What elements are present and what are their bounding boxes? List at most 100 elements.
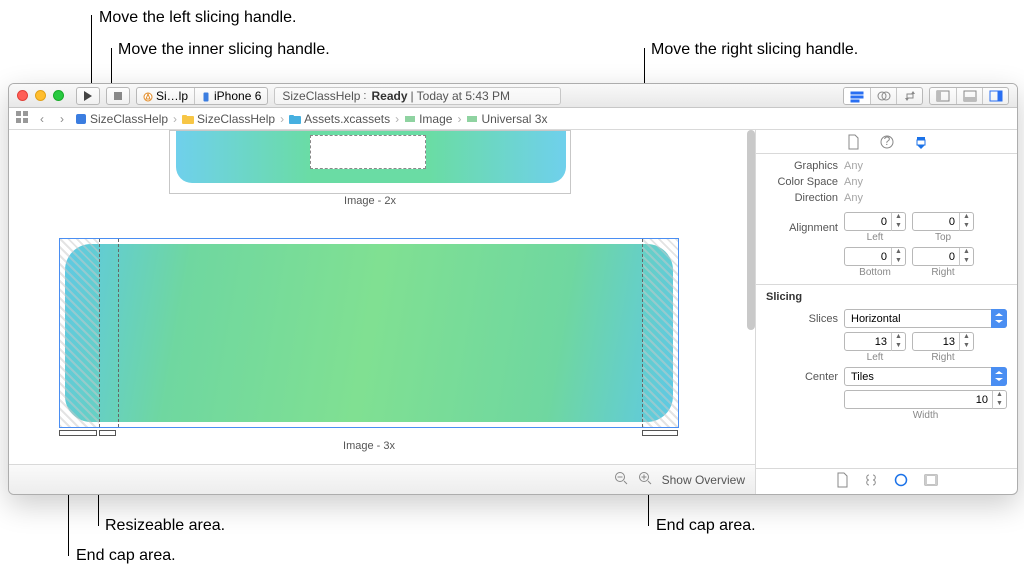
- assistant-editor-button[interactable]: [870, 88, 896, 104]
- right-slicing-handle[interactable]: [642, 430, 678, 436]
- left-slicing-guide[interactable]: [99, 239, 100, 427]
- related-items-icon[interactable]: [13, 111, 31, 126]
- slice-right-stepper[interactable]: ▲▼: [912, 332, 974, 351]
- width-cap: Width: [913, 410, 939, 421]
- forward-button[interactable]: ›: [53, 112, 71, 126]
- align-left-input[interactable]: [845, 216, 891, 228]
- scheme-device-label: iPhone 6: [214, 89, 261, 103]
- toggle-inspector-button[interactable]: [982, 88, 1008, 104]
- direction-label: Direction: [766, 192, 838, 204]
- inner-slicing-handle[interactable]: [99, 430, 116, 436]
- direction-value[interactable]: Any: [844, 192, 863, 204]
- jump-bar: ‹ › SizeClassHelp › SizeClassHelp › Asse…: [9, 108, 1017, 130]
- status-state: Ready: [371, 89, 407, 103]
- image-3x-slicing-view[interactable]: [59, 238, 679, 428]
- callout-resizeable: Resizeable area.: [105, 517, 225, 535]
- crumb-asset-catalog[interactable]: Assets.xcassets: [287, 112, 392, 126]
- image-2x-thumbnail[interactable]: [169, 130, 571, 194]
- callout-end-cap-right: End cap area.: [656, 517, 756, 535]
- graphics-label: Graphics: [766, 160, 838, 172]
- object-library-tab[interactable]: [894, 473, 908, 490]
- center-label: Center: [766, 371, 838, 383]
- canvas-scrollbar[interactable]: [747, 130, 755, 330]
- media-library-tab[interactable]: [924, 473, 938, 490]
- status-project: SizeClassHelp: [282, 89, 360, 103]
- align-bottom-input[interactable]: [845, 251, 891, 263]
- right-slicing-guide[interactable]: [642, 239, 643, 427]
- file-inspector-tab[interactable]: [845, 134, 861, 150]
- align-right-stepper[interactable]: ▲▼: [912, 247, 974, 266]
- align-bottom-stepper[interactable]: ▲▼: [844, 247, 906, 266]
- show-overview-button[interactable]: Show Overview: [662, 473, 745, 487]
- minimize-button[interactable]: [35, 90, 46, 101]
- inner-slicing-guide[interactable]: [118, 239, 119, 427]
- attributes-inspector-tab[interactable]: [913, 134, 929, 150]
- slice-right-cap: Right: [931, 352, 954, 363]
- width-input[interactable]: [845, 394, 992, 406]
- stop-button[interactable]: [106, 87, 130, 105]
- editor-mode-group: [843, 87, 923, 105]
- left-slicing-handle[interactable]: [59, 430, 97, 436]
- callout-inner-handle: Move the inner slicing handle.: [118, 41, 330, 59]
- run-button[interactable]: [76, 87, 100, 105]
- slices-label: Slices: [766, 313, 838, 325]
- crumb-image[interactable]: Image: [402, 112, 454, 126]
- code-snippet-library-tab[interactable]: [864, 473, 878, 490]
- status-time: Today at 5:43 PM: [417, 89, 510, 103]
- graphics-value[interactable]: Any: [844, 160, 863, 172]
- slice-right-input[interactable]: [913, 336, 959, 348]
- activity-status[interactable]: SizeClassHelp: Ready | Today at 5:43 PM: [274, 87, 560, 105]
- slices-select[interactable]: Horizontal: [844, 309, 1007, 328]
- standard-editor-button[interactable]: [844, 88, 870, 104]
- status-sep: |: [411, 89, 414, 103]
- align-top-cap: Top: [935, 232, 951, 243]
- close-button[interactable]: [17, 90, 28, 101]
- inspector-tabs: ?: [756, 130, 1017, 154]
- back-button[interactable]: ‹: [33, 112, 51, 126]
- center-select[interactable]: Tiles: [844, 367, 1007, 386]
- toggle-debug-button[interactable]: [956, 88, 982, 104]
- xcode-window: Si…lp iPhone 6 SizeClassHelp: Ready | To…: [8, 83, 1018, 495]
- align-top-stepper[interactable]: ▲▼: [912, 212, 974, 231]
- zoom-button[interactable]: [53, 90, 64, 101]
- titlebar: Si…lp iPhone 6 SizeClassHelp: Ready | To…: [9, 84, 1017, 108]
- image-2x-label: Image - 2x: [169, 195, 571, 207]
- colorspace-label: Color Space: [766, 176, 838, 188]
- toggle-navigator-button[interactable]: [930, 88, 956, 104]
- canvas-footer: Show Overview: [9, 464, 755, 494]
- crumb-group[interactable]: SizeClassHelp: [180, 112, 277, 126]
- version-editor-button[interactable]: [896, 88, 922, 104]
- inspector-panel: ? Graphics Any Color Space Any Direction An…: [755, 130, 1017, 494]
- callout-end-cap-left: End cap area.: [76, 547, 176, 565]
- crumb-variant[interactable]: Universal 3x: [464, 112, 549, 126]
- colorspace-value[interactable]: Any: [844, 176, 863, 188]
- slice-left-cap: Left: [867, 352, 884, 363]
- image-3x-label: Image - 3x: [59, 440, 679, 452]
- scheme-app-label: Si…lp: [156, 89, 188, 103]
- end-cap-right-overlay: [642, 239, 678, 427]
- width-stepper[interactable]: ▲▼: [844, 390, 1007, 409]
- align-bottom-cap: Bottom: [859, 267, 891, 278]
- callout-right-handle: Move the right slicing handle.: [651, 41, 858, 59]
- scheme-selector[interactable]: Si…lp iPhone 6: [136, 87, 268, 105]
- align-right-input[interactable]: [913, 251, 959, 263]
- align-left-cap: Left: [867, 232, 884, 243]
- align-right-cap: Right: [931, 267, 954, 278]
- zoom-out-icon[interactable]: [614, 471, 628, 488]
- align-left-stepper[interactable]: ▲▼: [844, 212, 906, 231]
- quick-help-tab[interactable]: ?: [879, 134, 895, 150]
- slicing-section-header: Slicing: [766, 291, 1007, 303]
- end-cap-left-overlay: [60, 239, 99, 427]
- zoom-in-icon[interactable]: [638, 471, 652, 488]
- slice-left-input[interactable]: [845, 336, 891, 348]
- alignment-label: Alignment: [766, 222, 838, 234]
- library-tabs: [756, 468, 1017, 494]
- crumb-project[interactable]: SizeClassHelp: [73, 112, 170, 126]
- file-template-library-tab[interactable]: [836, 473, 848, 490]
- align-top-input[interactable]: [913, 216, 959, 228]
- editor-canvas: Image - 2x Image - 3x: [9, 130, 755, 494]
- callout-left-handle: Move the left slicing handle.: [99, 9, 296, 27]
- device-icon: [201, 91, 211, 101]
- app-icon: [143, 91, 153, 101]
- slice-left-stepper[interactable]: ▲▼: [844, 332, 906, 351]
